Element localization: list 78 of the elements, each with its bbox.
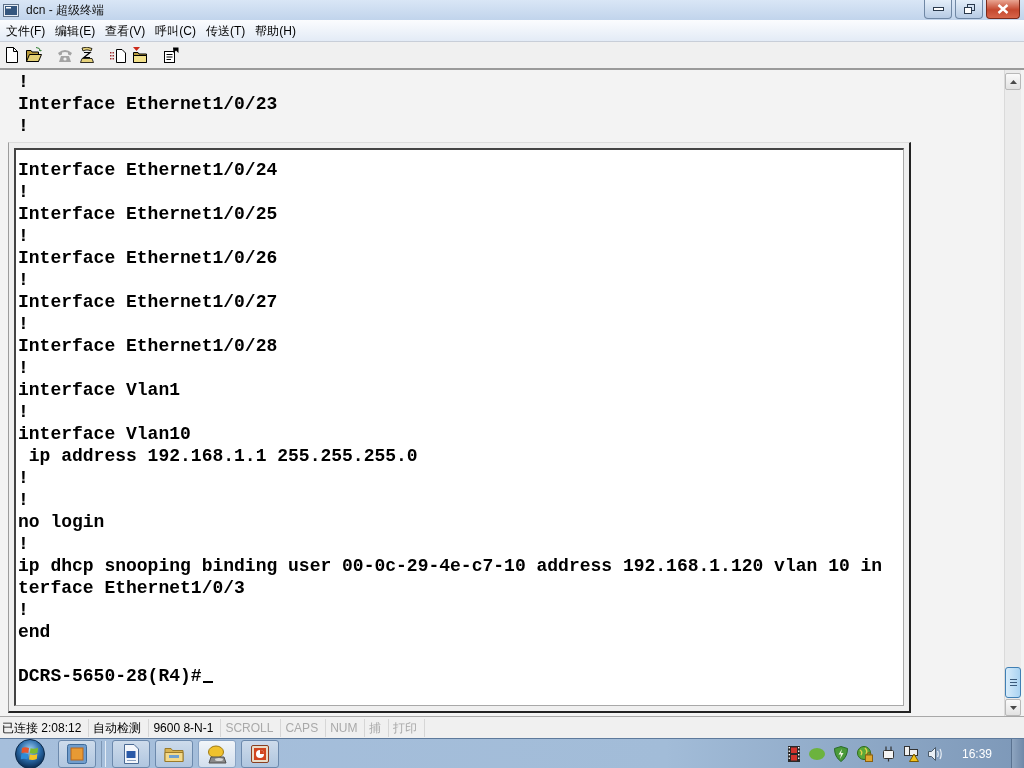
send-file-icon[interactable] [110, 47, 126, 63]
scroll-down-button[interactable] [1005, 699, 1021, 716]
terminal-line: ! [18, 357, 29, 379]
terminal-line: ip address 192.168.1.1 255.255.255.0 [27, 445, 418, 467]
globe-lock-icon [856, 745, 873, 762]
terminal-line: ! [18, 467, 29, 489]
terminal-line: ! [18, 489, 29, 511]
scrollbar[interactable] [1004, 70, 1021, 716]
taskbar-button[interactable] [58, 739, 96, 768]
status-field: NUM [326, 718, 366, 737]
terminal-line: interface Vlan1 [18, 379, 181, 401]
taskbar-button[interactable] [112, 739, 150, 768]
terminal-line: end [18, 621, 51, 643]
close-icon [997, 4, 1009, 14]
folder-arrow-icon[interactable] [132, 47, 148, 63]
menu-item[interactable]: 查看(V) [100, 20, 151, 41]
status-field: 自动检测 [89, 718, 150, 737]
up-arrow-icon [1009, 79, 1017, 84]
shield-icon [833, 745, 848, 762]
terminal-line: ! [18, 269, 29, 291]
terminal-line: ! [18, 599, 29, 621]
terminal-line: ! [18, 533, 29, 555]
terminal-prompt: DCRS-5650-28(R4)# [18, 665, 202, 687]
taskbar-button[interactable] [241, 739, 279, 768]
cursor-icon [202, 681, 213, 683]
status-field: 9600 8-N-1 [149, 718, 222, 737]
terminal-line: no login [18, 511, 105, 533]
menu-item[interactable]: 帮助(H) [250, 20, 301, 41]
terminal-line: ! [18, 115, 29, 137]
taskbar-button[interactable] [198, 739, 236, 768]
close-button[interactable] [986, 0, 1020, 19]
grip-icon [1009, 679, 1017, 686]
terminal-line: Interface Ethernet1/0/24 [18, 159, 278, 181]
terminal-line: ! [18, 401, 29, 423]
scrollbar-thumb[interactable] [1005, 667, 1021, 698]
scroll-up-button[interactable] [1005, 73, 1021, 90]
new-file-icon[interactable] [4, 47, 20, 63]
terminal-window-icon [3, 3, 19, 17]
down-arrow-icon [1009, 705, 1017, 710]
minimize-icon [932, 7, 944, 11]
terminal-line: Interface Ethernet1/0/23 [18, 93, 278, 115]
telephone-icon [207, 743, 227, 764]
window-title: dcn - 超级终端 [26, 1, 104, 19]
terminal-line: Interface Ethernet1/0/25 [18, 203, 278, 225]
minimize-button[interactable] [924, 0, 952, 19]
menu-item[interactable]: 编辑(E) [50, 20, 101, 41]
handset-icon[interactable] [79, 47, 95, 63]
status-field: 已连接 2:08:12 [0, 718, 90, 737]
terminal-line: ip dhcp snooping binding user 00-0c-29-4e-c7-10 address 192.168.1.120 vlan 10 in [18, 555, 883, 577]
terminal-line: Interface Ethernet1/0/28 [18, 335, 278, 357]
terminal-line: ! [18, 225, 29, 247]
film-strip-icon [787, 745, 800, 762]
open-folder-icon[interactable] [26, 47, 42, 63]
menu-item[interactable]: 传送(T) [201, 20, 251, 41]
menu-item[interactable]: 文件(F) [1, 20, 51, 41]
status-field: 打印 [389, 718, 426, 737]
terminal-line: ! [18, 181, 29, 203]
terminal-line: ! [18, 71, 29, 93]
clock: 16:39 [961, 746, 992, 761]
chart-tile-icon [250, 743, 270, 764]
blob-icon [808, 747, 825, 760]
status-field: CAPS [281, 718, 327, 737]
terminal-line: ! [18, 313, 29, 335]
properties-icon[interactable] [163, 47, 179, 63]
network-warning-icon [903, 745, 919, 762]
terminal-line: terface Ethernet1/0/3 [18, 577, 245, 599]
status-field: SCROLL [221, 718, 282, 737]
window-icon [67, 743, 87, 764]
terminal-line: Interface Ethernet1/0/26 [18, 247, 278, 269]
document-icon [121, 743, 141, 764]
power-plug-icon [881, 745, 895, 762]
terminal-line: Interface Ethernet1/0/27 [18, 291, 278, 313]
terminal-line: interface Vlan10 [18, 423, 191, 445]
speaker-icon [927, 746, 943, 761]
menu-item[interactable]: 呼叫(C) [150, 20, 201, 41]
restore-icon [963, 4, 975, 14]
status-field: 捕 [365, 718, 390, 737]
restore-button[interactable] [955, 0, 983, 19]
